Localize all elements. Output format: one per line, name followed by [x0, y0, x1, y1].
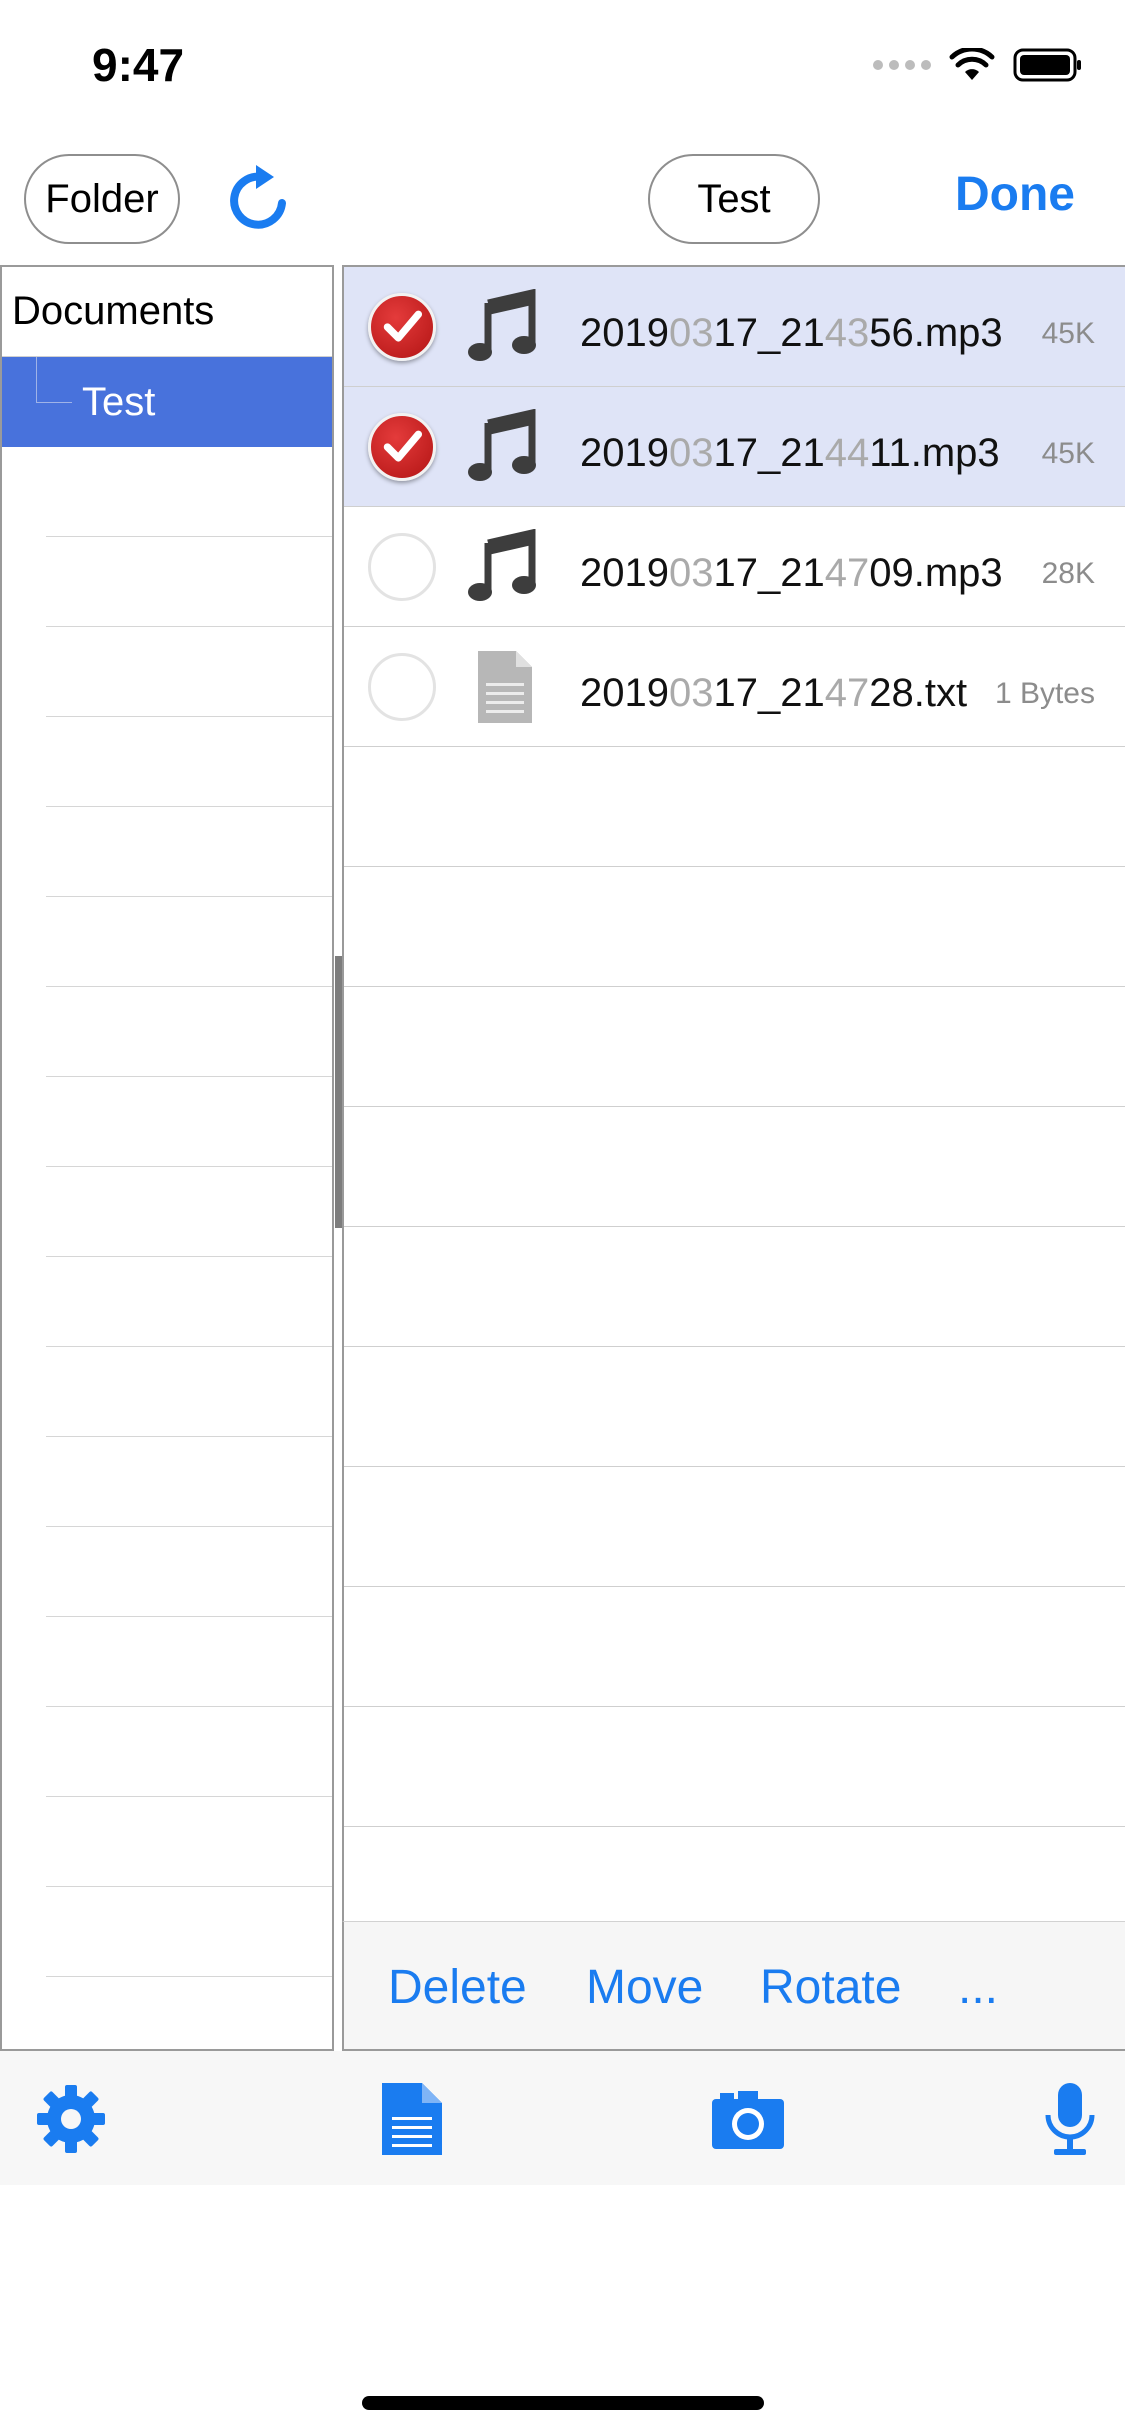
- empty-file-row: [344, 1227, 1125, 1347]
- empty-folder-row: [46, 897, 332, 987]
- more-actions-button[interactable]: ...: [958, 1960, 998, 2015]
- folder-item-test[interactable]: Test: [2, 357, 332, 447]
- refresh-icon[interactable]: [222, 163, 296, 237]
- empty-folder-row: [46, 1797, 332, 1887]
- empty-file-row: [344, 1347, 1125, 1467]
- file-size: 1 Bytes: [994, 677, 1095, 710]
- move-button[interactable]: Move: [586, 1960, 703, 2015]
- empty-folder-row: [46, 447, 332, 537]
- empty-file-row: [344, 1587, 1125, 1707]
- music-note-icon: [468, 289, 536, 361]
- empty-folder-row: [46, 807, 332, 897]
- split-divider-handle[interactable]: [335, 956, 342, 1228]
- rotate-button[interactable]: Rotate: [760, 1960, 901, 2015]
- tree-connector: [36, 357, 72, 403]
- empty-file-row: [344, 1827, 1125, 1921]
- empty-folder-row: [46, 987, 332, 1077]
- status-time: 9:47: [92, 39, 185, 91]
- battery-icon: [1013, 48, 1081, 82]
- document-icon[interactable]: [374, 2081, 450, 2157]
- file-row[interactable]: 20190317_214356.mp3 45K: [344, 267, 1125, 387]
- file-size: 45K: [1041, 437, 1095, 470]
- bottom-tab-bar: [0, 2051, 1125, 2185]
- music-note-icon: [468, 529, 536, 601]
- unchecked-checkbox[interactable]: [368, 653, 436, 721]
- file-row[interactable]: 20190317_214411.mp3 45K: [344, 387, 1125, 507]
- empty-folder-row: [46, 1707, 332, 1797]
- empty-folder-row: [46, 717, 332, 807]
- home-indicator: [362, 2396, 764, 2410]
- checked-checkbox[interactable]: [368, 293, 436, 361]
- file-row[interactable]: 20190317_214728.txt 1 Bytes: [344, 627, 1125, 747]
- wifi-icon: [949, 48, 995, 80]
- checked-checkbox[interactable]: [368, 413, 436, 481]
- empty-file-row: [344, 1467, 1125, 1587]
- empty-folder-row: [46, 627, 332, 717]
- status-indicators: [873, 48, 1083, 82]
- folder-tree-panel: Documents Test: [0, 265, 334, 2051]
- status-bar: 9:47: [0, 0, 1125, 135]
- empty-folder-row: [46, 1077, 332, 1167]
- file-name: 20190317_214728.txt: [580, 671, 968, 715]
- music-note-icon: [468, 409, 536, 481]
- empty-folder-row: [46, 1437, 332, 1527]
- unchecked-checkbox[interactable]: [368, 533, 436, 601]
- microphone-icon[interactable]: [1032, 2081, 1108, 2157]
- file-row[interactable]: 20190317_214709.mp3 28K: [344, 507, 1125, 627]
- folder-button[interactable]: Folder: [24, 154, 180, 244]
- file-list-panel: 20190317_214356.mp3 45K 20190317_214411.mp…: [342, 265, 1125, 1921]
- gear-icon[interactable]: [33, 2081, 109, 2157]
- empty-folder-row: [46, 1617, 332, 1707]
- empty-folder-row: [46, 537, 332, 627]
- empty-folder-row: [46, 1977, 332, 2049]
- camera-icon[interactable]: [710, 2081, 786, 2157]
- delete-button[interactable]: Delete: [388, 1960, 527, 2015]
- text-file-icon: [478, 651, 532, 723]
- empty-file-row: [344, 867, 1125, 987]
- empty-folder-row: [46, 1887, 332, 1977]
- folder-item-documents[interactable]: Documents: [2, 267, 332, 357]
- cellular-signal-icon: [873, 60, 931, 70]
- file-name: 20190317_214411.mp3: [580, 431, 1000, 475]
- navigation-bar: Folder Test Done: [0, 135, 1125, 265]
- edit-action-bar: Delete Move Rotate ...: [342, 1921, 1125, 2051]
- done-button[interactable]: Done: [955, 167, 1075, 222]
- file-name: 20190317_214356.mp3: [580, 311, 1003, 355]
- empty-folder-row: [46, 1257, 332, 1347]
- empty-file-row: [344, 987, 1125, 1107]
- folder-item-label: Test: [82, 379, 156, 424]
- empty-file-row: [344, 1707, 1125, 1827]
- empty-folder-row: [46, 1347, 332, 1437]
- file-size: 45K: [1041, 317, 1095, 350]
- file-size: 28K: [1041, 557, 1095, 590]
- empty-folder-row: [46, 1167, 332, 1257]
- file-name: 20190317_214709.mp3: [580, 551, 1003, 595]
- empty-folder-row: [46, 1527, 332, 1617]
- empty-file-row: [344, 1107, 1125, 1227]
- empty-file-row: [344, 747, 1125, 867]
- current-folder-button[interactable]: Test: [648, 154, 820, 244]
